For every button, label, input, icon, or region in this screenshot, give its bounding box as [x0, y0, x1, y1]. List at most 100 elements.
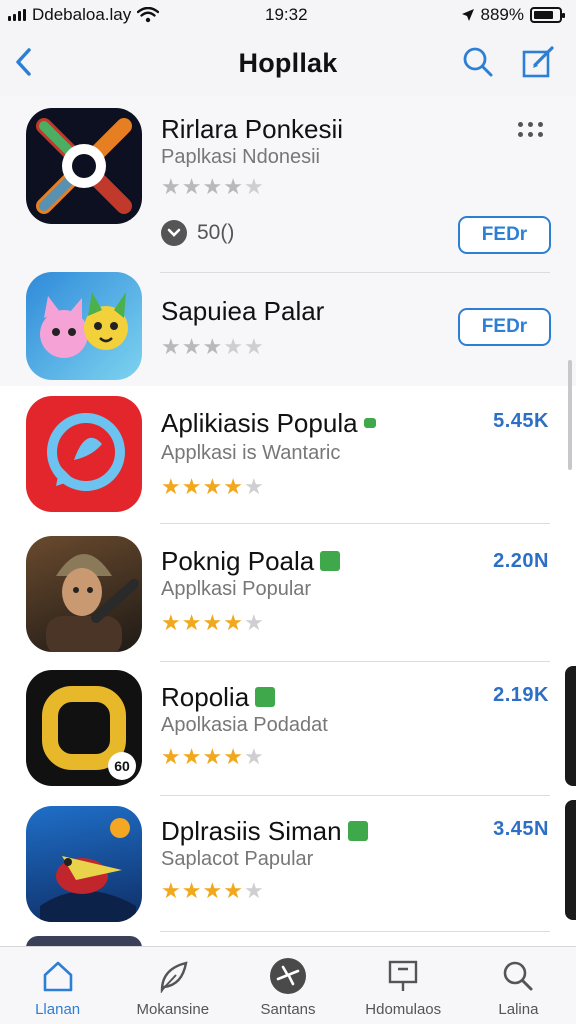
star-icon: ★: [202, 744, 223, 769]
list-item[interactable]: Rirlara Ponkesii Paplkasi Ndonesii ★ ★ ★ ★ ★…: [0, 96, 576, 272]
star-icon: ★: [202, 610, 223, 635]
list-item[interactable]: Poknig Poala Applkasi Popular ★ ★ ★ ★ ★ 2.20…: [0, 524, 576, 662]
app-name: Poknig Poala: [161, 546, 341, 577]
star-rating: ★ ★ ★ ★ ★: [161, 746, 264, 768]
app-name: Rirlara Ponkesii: [161, 114, 344, 144]
star-icon: ★: [243, 744, 264, 769]
feather-icon: [154, 957, 192, 995]
status-bar: Ddebaloa.lay 19:32 889%: [0, 0, 576, 30]
list-item[interactable]: Aplikiasis Popula Applkasi is Wantaric ★…: [0, 386, 576, 524]
list-item[interactable]: Sapuiea Palar ★ ★ ★ ★ ★ FEDr: [0, 272, 576, 386]
edge-shadow: [565, 800, 576, 920]
star-icon: ★: [243, 878, 264, 903]
board-icon: [384, 957, 422, 995]
search-icon: [463, 47, 493, 77]
compose-icon: [522, 46, 554, 78]
x-logo-icon[interactable]: [26, 108, 142, 224]
signal-icon: [8, 9, 26, 21]
wifi-icon: [137, 7, 160, 23]
more-options-icon[interactable]: [518, 122, 550, 142]
image-badge-icon: [255, 687, 276, 708]
cute-creatures-icon[interactable]: [26, 272, 142, 380]
star-icon: ★: [223, 174, 243, 199]
tab-label: Lalina: [498, 1001, 539, 1018]
plane-icon: [269, 957, 307, 995]
download-count: 5.45K: [493, 410, 549, 432]
star-icon: ★: [223, 474, 243, 499]
chat-bubble-icon[interactable]: [26, 396, 142, 512]
star-icon: ★: [161, 174, 181, 199]
chevron-down-icon: [161, 220, 187, 246]
back-button[interactable]: [8, 44, 38, 80]
star-icon: ★: [202, 474, 223, 499]
star-icon: ★: [202, 174, 223, 199]
status-right: 889%: [461, 5, 565, 25]
battery-percent: 889%: [480, 5, 524, 24]
app-subtitle: Applkasi is Wantaric: [161, 442, 341, 464]
compose-button[interactable]: [520, 44, 556, 80]
search-button[interactable]: [460, 44, 496, 80]
star-icon: ★: [223, 610, 243, 635]
bird-game-icon[interactable]: [26, 806, 142, 922]
tab-label: Llanan: [35, 1001, 81, 1018]
tab-home[interactable]: Llanan: [0, 947, 115, 1024]
rating-count-value: 50(): [197, 221, 235, 244]
star-icon: ★: [243, 174, 264, 199]
star-icon: ★: [161, 474, 181, 499]
star-icon: ★: [223, 744, 243, 769]
search-icon: [499, 957, 537, 995]
app-subtitle: Applkasi Popular: [161, 578, 312, 600]
rating-count: 50(): [161, 220, 234, 246]
star-icon: ★: [243, 334, 264, 359]
app-name: Sapuiea Palar: [161, 296, 325, 326]
star-icon: ★: [223, 878, 243, 903]
calendar-badge-icon: [320, 551, 341, 572]
status-left: Ddebaloa.lay: [8, 5, 160, 25]
download-count: 2.20N: [493, 550, 549, 572]
star-rating: ★ ★ ★ ★ ★: [161, 612, 264, 634]
star-icon: ★: [202, 878, 223, 903]
star-rating: ★ ★ ★ ★ ★: [161, 880, 264, 902]
tab-feather[interactable]: Mokansine: [115, 947, 230, 1024]
get-button[interactable]: FEDr: [458, 308, 551, 346]
tab-plane[interactable]: Santans: [230, 947, 345, 1024]
star-rating: ★ ★ ★ ★ ★: [161, 336, 264, 358]
star-icon: ★: [181, 610, 202, 635]
star-icon: ★: [243, 610, 264, 635]
icon-badge: 60: [108, 752, 136, 780]
warrior-icon[interactable]: [26, 536, 142, 652]
download-count: 2.19K: [493, 684, 549, 706]
star-icon: ★: [161, 744, 181, 769]
tab-board[interactable]: Hdomulaos: [346, 947, 461, 1024]
battery-icon: [530, 7, 565, 23]
gold-ring-icon[interactable]: 60: [26, 670, 142, 786]
list-item[interactable]: Dplrasiis Siman Saplacot Papular ★ ★ ★ ★ ★ 3…: [0, 796, 576, 932]
tab-label: Santans: [260, 1001, 316, 1018]
list-item[interactable]: 60 Ropolia Apolkasia Podadat ★ ★ ★ ★ ★ 2.19K: [0, 662, 576, 796]
star-icon: ★: [181, 744, 202, 769]
page-title: Hopllak: [238, 47, 338, 78]
scrollbar[interactable]: [568, 360, 572, 470]
edge-shadow: [565, 666, 576, 786]
get-button[interactable]: FEDr: [458, 216, 551, 254]
image-badge-icon: [347, 821, 368, 842]
star-icon: ★: [223, 334, 243, 359]
home-icon: [39, 957, 77, 995]
tab-label: Hdomulaos: [365, 1001, 442, 1018]
tab-label: Mokansine: [136, 1001, 210, 1018]
app-subtitle: Apolkasia Podadat: [161, 714, 328, 736]
tab-bar: Llanan Mokansine Santans Hdomulaos Lalin…: [0, 946, 576, 1024]
navigation-bar: Hopllak: [0, 30, 576, 96]
download-count: 3.45N: [493, 818, 549, 840]
star-icon: ★: [181, 474, 202, 499]
star-rating: ★ ★ ★ ★ ★: [161, 476, 264, 498]
app-name: Ropolia: [161, 682, 276, 713]
star-icon: ★: [181, 174, 202, 199]
tab-search[interactable]: Lalina: [461, 947, 576, 1024]
chevron-left-icon: [16, 48, 31, 76]
app-name: Aplikiasis Popula: [161, 408, 376, 439]
clock: 19:32: [265, 5, 308, 24]
star-icon: ★: [202, 334, 223, 359]
new-badge-icon: [363, 418, 376, 429]
star-rating: ★ ★ ★ ★ ★: [161, 176, 264, 198]
